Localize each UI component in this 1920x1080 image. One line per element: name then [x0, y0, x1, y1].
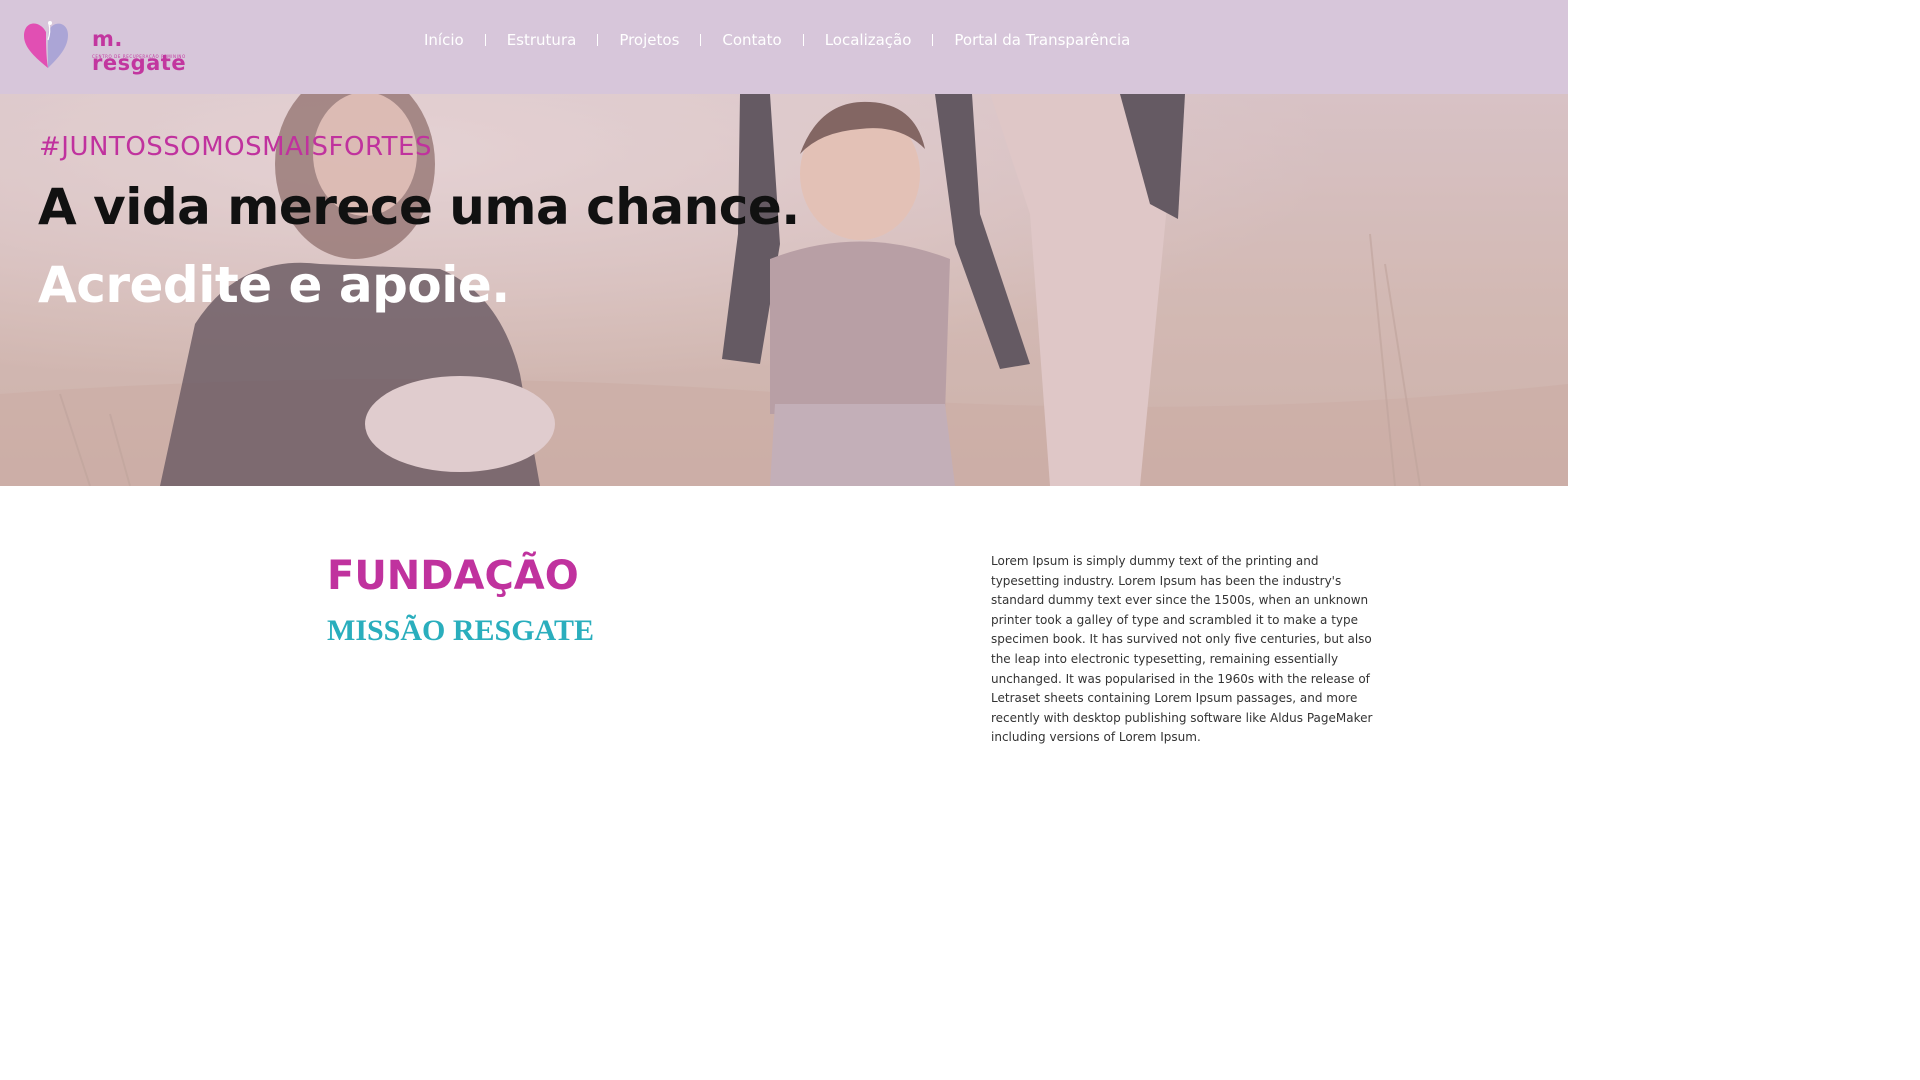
brand-name: m. resgate — [92, 27, 187, 75]
nav-item-projetos[interactable]: Projetos — [598, 28, 700, 52]
hero-banner: #JUNTOSSOMOSMAISFORTES A vida merece uma… — [0, 94, 1568, 486]
about-body-text: Lorem Ipsum is simply dummy text of the … — [991, 554, 1373, 745]
nav-item-contato[interactable]: Contato — [701, 28, 802, 52]
nav-item-portal-transparencia[interactable]: Portal da Transparência — [933, 28, 1151, 52]
main-nav: Início Estrutura Projetos Contato Locali… — [403, 28, 1151, 52]
brand-logo[interactable]: m. resgate CENTRO DE RECUPERAÇÃO FEMININ… — [22, 18, 202, 75]
section-subtitle: MISSÃO RESGATE — [327, 614, 595, 647]
hero-heading: A vida merece uma chance. — [38, 178, 800, 236]
heart-logo-icon — [24, 21, 68, 69]
hero-subheading: Acredite e apoie. — [38, 256, 510, 314]
hero-hashtag: #JUNTOSSOMOSMAISFORTES — [39, 132, 432, 162]
site-header: m. resgate CENTRO DE RECUPERAÇÃO FEMININ… — [0, 0, 1568, 94]
brand-tagline: CENTRO DE RECUPERAÇÃO FEMININO — [92, 54, 186, 59]
nav-item-localizacao[interactable]: Localização — [804, 28, 933, 52]
nav-item-estrutura[interactable]: Estrutura — [486, 28, 598, 52]
nav-item-inicio[interactable]: Início — [403, 28, 485, 52]
section-title: FUNDAÇÃO — [327, 553, 579, 599]
